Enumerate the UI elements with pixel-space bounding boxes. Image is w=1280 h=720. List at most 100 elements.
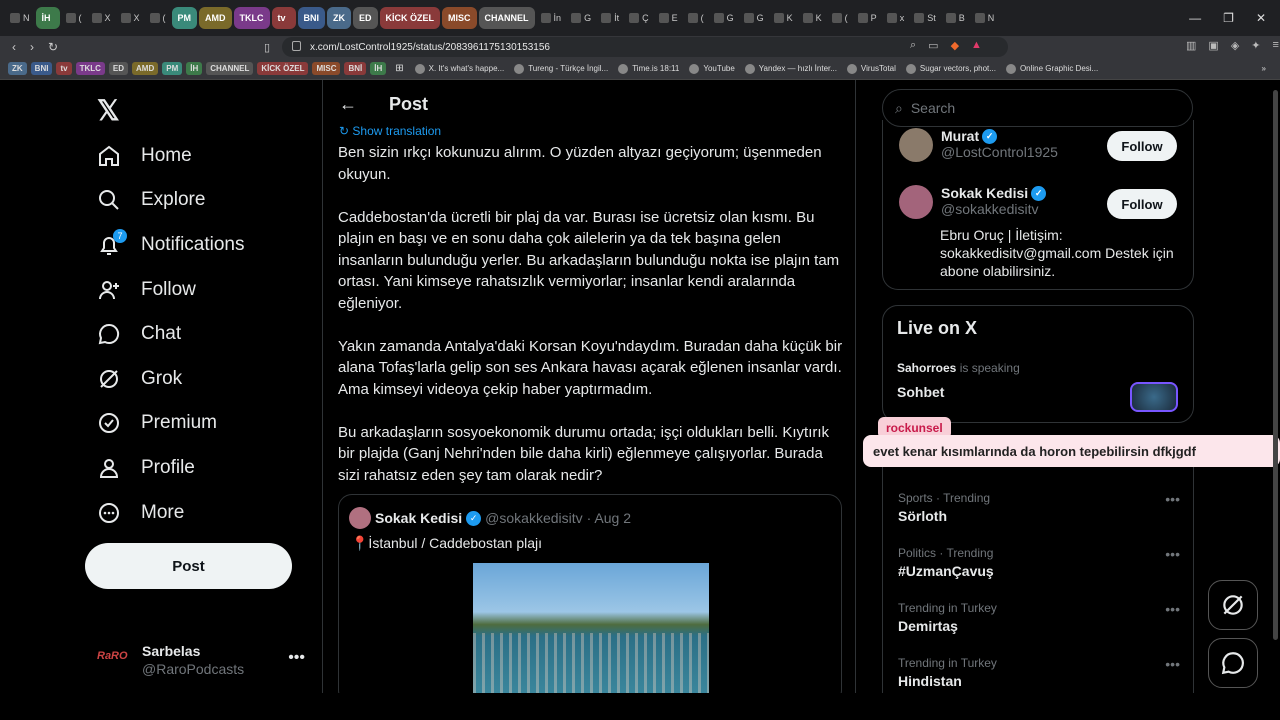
apps-grid-icon[interactable]: ⊞	[395, 63, 403, 74]
browser-tab[interactable]: İn	[537, 7, 566, 29]
browser-tab[interactable]: X	[88, 7, 115, 29]
back-arrow-icon[interactable]: ←	[339, 94, 369, 115]
nav-notifications[interactable]: 7 Notifications	[97, 225, 245, 265]
browser-tab[interactable]: CHANNEL	[478, 7, 535, 29]
follow-button[interactable]: Follow	[1107, 131, 1177, 161]
post-button[interactable]: Post	[85, 543, 292, 589]
live-room-title[interactable]: Sohbet	[897, 384, 944, 400]
address-bar[interactable]: x.com/LostControl1925/status/20839611751…	[282, 37, 1008, 57]
quote-avatar[interactable]	[349, 507, 371, 529]
browser-tab[interactable]: X	[117, 7, 144, 29]
close-window-icon[interactable]: ✕	[1256, 11, 1266, 25]
more-horizontal-icon[interactable]: •••	[1165, 546, 1180, 562]
browser-tab[interactable]: MISC	[442, 7, 477, 29]
rewards-icon[interactable]: ▲	[971, 39, 982, 52]
bookmark-page-icon[interactable]: ▯	[264, 41, 270, 54]
vpn-icon[interactable]: ◈	[1231, 39, 1239, 52]
browser-tab[interactable]: (	[684, 7, 708, 29]
bookmark-link[interactable]: Tureng - Türkçe İngil...	[514, 63, 608, 74]
account-row[interactable]: Sokak Kedisi ✓ @sokakkedisitv	[899, 185, 1047, 219]
live-audio-visual[interactable]	[1130, 382, 1178, 412]
minimize-icon[interactable]: —	[1189, 11, 1201, 25]
browser-tab[interactable]: K	[770, 7, 797, 29]
bookmark-folder[interactable]: CHANNEL	[206, 62, 254, 75]
more-horizontal-icon[interactable]: •••	[288, 649, 305, 667]
bookmark-folder[interactable]: AMD	[132, 62, 159, 75]
quote-author-name[interactable]: Sokak Kedisi	[375, 510, 462, 526]
zoom-icon[interactable]: ⌕	[910, 39, 916, 52]
site-info-icon[interactable]	[292, 41, 301, 51]
grok-fab[interactable]	[1208, 580, 1258, 630]
quoted-tweet[interactable]: Sokak Kedisi ✓ @sokakkedisitv · Aug 2 📍İ…	[338, 494, 842, 693]
back-icon[interactable]: ‹	[12, 40, 16, 54]
browser-tab[interactable]: Ç	[625, 7, 653, 29]
browser-tab[interactable]: K	[799, 7, 826, 29]
browser-tab[interactable]: KİCK ÖZEL	[379, 7, 441, 29]
account-avatar[interactable]	[899, 128, 933, 162]
browser-tab[interactable]: tv	[271, 7, 296, 29]
browser-tab[interactable]: İH	[35, 7, 60, 29]
browser-tab[interactable]: P	[854, 7, 881, 29]
nav-grok[interactable]: Grok	[97, 359, 182, 399]
more-horizontal-icon[interactable]: •••	[1165, 491, 1180, 507]
page-scrollbar[interactable]	[1273, 90, 1278, 640]
browser-tab[interactable]: N	[6, 7, 34, 29]
trend-item[interactable]: Sports · Trending Sörloth •••	[898, 491, 1180, 524]
bookmark-folder[interactable]: BNI	[30, 62, 53, 75]
browser-tab[interactable]: ED	[353, 7, 378, 29]
account-row[interactable]: Murat ✓ @LostControl1925	[899, 128, 1058, 162]
browser-tab[interactable]: G	[567, 7, 595, 29]
bookmark-link[interactable]: Time.is 18:11	[618, 63, 679, 74]
x-logo-icon[interactable]: 𝕏	[97, 94, 120, 127]
bookmark-folder[interactable]: ZK	[8, 62, 27, 75]
bookmark-link[interactable]: YouTube	[689, 63, 735, 74]
browser-tab[interactable]: G	[710, 7, 738, 29]
browser-tab[interactable]: x	[883, 7, 909, 29]
nav-chat[interactable]: Chat	[97, 314, 181, 354]
brave-shield-icon[interactable]: ◆	[951, 39, 959, 52]
browser-tab[interactable]: İt	[597, 7, 623, 29]
browser-tab[interactable]: PM	[171, 7, 198, 29]
trend-item[interactable]: Politics · Trending #UzmanÇavuş •••	[898, 546, 1180, 579]
browser-tab[interactable]: BNI	[297, 7, 326, 29]
account-switcher[interactable]: RaRO Sarbelas @RaroPodcasts •••	[85, 637, 315, 683]
nav-home[interactable]: Home	[97, 136, 192, 176]
beach-photo[interactable]	[473, 563, 709, 693]
trend-item[interactable]: Trending in Turkey Demirtaş •••	[898, 601, 1180, 634]
maximize-icon[interactable]: ❐	[1223, 11, 1234, 25]
cast-icon[interactable]: ▭	[928, 39, 938, 52]
chat-fab[interactable]	[1208, 638, 1258, 688]
bookmark-folder[interactable]: BNİ	[344, 62, 367, 75]
extensions-icon[interactable]: ✦	[1251, 39, 1260, 52]
more-horizontal-icon[interactable]: •••	[1165, 601, 1180, 617]
browser-tab[interactable]: TKLC	[233, 7, 270, 29]
bookmark-folder[interactable]: MISC	[312, 62, 341, 75]
bookmark-link[interactable]: Yandex — hızlı İnter...	[744, 63, 837, 74]
browser-tab[interactable]: St	[910, 7, 940, 29]
bookmark-folder[interactable]: İH	[370, 62, 387, 75]
browser-tab[interactable]: N	[971, 7, 999, 29]
browser-tab[interactable]: (	[828, 7, 852, 29]
reload-icon[interactable]: ↻	[48, 40, 58, 54]
account-avatar[interactable]	[899, 185, 933, 219]
bookmark-folder[interactable]: ED	[108, 62, 129, 75]
trend-item[interactable]: Trending in Turkey Hindistan •••	[898, 656, 1180, 689]
nav-follow[interactable]: Follow	[97, 270, 196, 310]
browser-tab[interactable]: G	[740, 7, 768, 29]
browser-tab[interactable]: AMD	[199, 7, 232, 29]
bookmark-link[interactable]: VirusTotal	[846, 63, 896, 74]
bookmark-folder[interactable]: tv	[56, 62, 72, 75]
bookmark-folder[interactable]: İH	[186, 62, 203, 75]
forward-icon[interactable]: ›	[30, 40, 34, 54]
show-translation-link[interactable]: ↻ Show translation	[339, 124, 441, 138]
browser-tab[interactable]: (	[62, 7, 86, 29]
bookmark-link[interactable]: Online Graphic Desi...	[1005, 63, 1098, 74]
browser-tab[interactable]: E	[655, 7, 682, 29]
bookmarks-overflow-icon[interactable]: »	[1262, 64, 1266, 73]
bookmark-folder[interactable]: PM	[162, 62, 183, 75]
browser-tab[interactable]: B	[942, 7, 969, 29]
nav-profile[interactable]: Profile	[97, 448, 195, 488]
follow-button[interactable]: Follow	[1107, 189, 1177, 219]
bookmark-folder[interactable]: KİCK ÖZEL	[257, 62, 309, 75]
bookmark-folder[interactable]: TKLC	[75, 62, 105, 75]
